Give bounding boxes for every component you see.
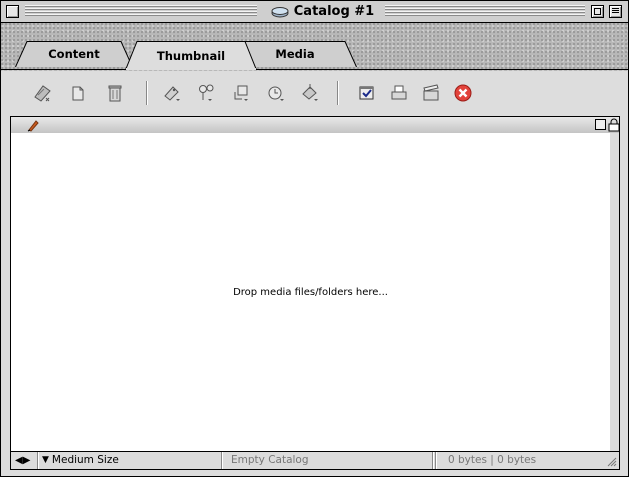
window-title: Catalog #1 (263, 2, 381, 21)
window-title-text: Catalog #1 (293, 4, 375, 19)
status-divider (435, 452, 436, 469)
vertical-scrollbar[interactable] (610, 133, 620, 451)
checklist-button[interactable] (356, 82, 378, 104)
copy-icon (72, 86, 84, 101)
tab-baseline (1, 69, 628, 70)
stop-button[interactable] (452, 82, 474, 104)
new-annotation-button[interactable] (31, 82, 53, 104)
checklist-icon (359, 86, 374, 100)
slideshow-icon (423, 84, 439, 101)
tab-thumbnail[interactable]: Thumbnail (125, 41, 257, 70)
label-icon (164, 86, 180, 101)
fill-icon (302, 84, 318, 101)
zoom-box[interactable] (591, 5, 604, 18)
tab-content-label: Content (48, 47, 100, 61)
fill-button[interactable] (299, 82, 321, 104)
pencil-icon[interactable] (26, 118, 40, 132)
status-divider (432, 452, 433, 469)
status-divider (37, 452, 38, 469)
label-button[interactable] (161, 82, 183, 104)
status-divider (221, 452, 222, 469)
horizontal-scroll-arrows-icon[interactable]: ◀▶ (15, 452, 30, 469)
clock-button[interactable] (265, 82, 287, 104)
tab-media-label: Media (275, 47, 315, 61)
keyword-icon (199, 84, 214, 101)
tab-thumbnail-label: Thumbnail (156, 48, 226, 63)
list-header (10, 116, 620, 134)
dropdown-arrow-icon: ▼ (42, 455, 49, 465)
collapse-box[interactable] (609, 5, 622, 18)
title-stripes-left (25, 5, 257, 17)
keyword-button[interactable] (195, 82, 217, 104)
toolbar-separator (146, 81, 147, 105)
print-icon (391, 85, 407, 100)
copy-button[interactable] (67, 82, 89, 104)
close-box[interactable] (6, 5, 19, 18)
clock-icon (268, 86, 284, 101)
trash-icon (108, 85, 122, 102)
title-bar[interactable]: Catalog #1 (1, 1, 628, 23)
catalog-state-text: Empty Catalog (231, 454, 309, 466)
title-stripes-right (385, 5, 585, 17)
print-button[interactable] (388, 82, 410, 104)
tab-content[interactable]: Content (15, 41, 133, 67)
trash-button[interactable] (104, 82, 126, 104)
view-toggle-box[interactable] (595, 119, 606, 130)
catalog-icon (271, 6, 289, 17)
drop-hint-text: Drop media files/folders here... (233, 287, 388, 298)
view-size-popup[interactable]: ▼ Medium Size (42, 452, 119, 469)
view-size-label: Medium Size (51, 454, 119, 466)
size-info-text: 0 bytes | 0 bytes (448, 454, 537, 466)
lock-icon[interactable] (608, 118, 620, 132)
catalog-window: Catalog #1 Content Media Thumbnail Drop … (0, 0, 629, 477)
slideshow-button[interactable] (420, 82, 442, 104)
crop-icon (234, 85, 248, 101)
resize-grip-icon[interactable] (605, 455, 617, 467)
status-bar: ◀▶ ▼ Medium Size Empty Catalog 0 bytes |… (10, 451, 620, 470)
toolbar (1, 71, 628, 115)
new-annotation-icon (34, 85, 51, 102)
toolbar-separator (337, 81, 338, 105)
crop-button[interactable] (230, 82, 252, 104)
stop-icon (454, 84, 472, 102)
thumbnail-content-area[interactable]: Drop media files/folders here... (10, 133, 611, 451)
tab-bar: Content Media Thumbnail (1, 23, 628, 73)
